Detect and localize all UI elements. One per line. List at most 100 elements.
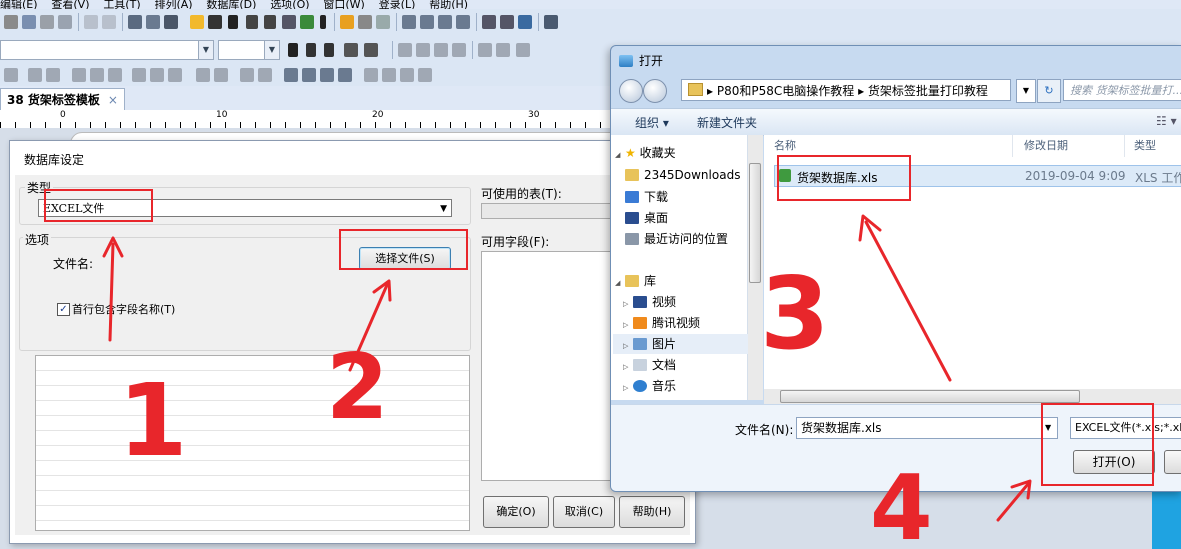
nav-item-desktop[interactable]: 桌面 <box>625 208 668 228</box>
grid-icon[interactable] <box>196 68 210 82</box>
back-button[interactable] <box>619 79 643 103</box>
menu-login[interactable]: 登录(L) <box>379 0 416 9</box>
nav-scroll-thumb[interactable] <box>749 163 761 283</box>
first-row-checkbox[interactable]: ✓ <box>57 303 70 316</box>
align-middle-icon[interactable] <box>28 68 42 82</box>
breadcrumb-item[interactable]: 货架标签批量打印教程 <box>868 84 988 98</box>
print-preview-icon[interactable] <box>146 15 160 29</box>
font-color-icon[interactable] <box>364 43 378 57</box>
menu-options[interactable]: 选项(O) <box>270 0 309 9</box>
zoom-out-icon[interactable] <box>500 15 514 29</box>
font-size-combo[interactable]: ▼ <box>218 40 280 60</box>
menu-tools[interactable]: 工具(T) <box>103 0 140 9</box>
redo-icon[interactable] <box>102 15 116 29</box>
ok-button[interactable]: 确定(O) <box>483 496 549 528</box>
distribute-h-icon[interactable] <box>72 68 86 82</box>
bring-forward-icon[interactable] <box>320 68 334 82</box>
columns-icon[interactable] <box>382 68 396 82</box>
nav-item-music[interactable]: ▷ 音乐 <box>623 376 676 396</box>
rotate-icon[interactable] <box>478 43 492 57</box>
group-icon[interactable] <box>516 43 530 57</box>
search-input[interactable]: 搜索 货架标签批量打... <box>1063 79 1181 101</box>
shape-tool-icon[interactable] <box>282 15 296 29</box>
menu-view[interactable]: 查看(V) <box>51 0 89 9</box>
cancel-button[interactable]: 取消(C) <box>553 496 615 528</box>
table-icon[interactable] <box>168 68 182 82</box>
bold-icon[interactable] <box>288 43 298 57</box>
align-right-icon[interactable] <box>434 43 448 57</box>
select-tool-icon[interactable] <box>190 15 204 29</box>
new-folder-button[interactable]: 新建文件夹 <box>697 114 757 131</box>
send-backward-icon[interactable] <box>338 68 352 82</box>
help-icon[interactable] <box>544 15 558 29</box>
nav-item-downloads[interactable]: 下载 <box>625 187 668 207</box>
bring-front-icon[interactable] <box>284 68 298 82</box>
same-height-icon[interactable] <box>132 68 146 82</box>
page-icon[interactable] <box>376 15 390 29</box>
flip-icon[interactable] <box>496 43 510 57</box>
database-icon[interactable] <box>340 15 354 29</box>
zoom-fit-icon[interactable] <box>518 15 532 29</box>
prev-record-icon[interactable] <box>420 15 434 29</box>
paste-icon[interactable] <box>40 15 54 29</box>
column-date[interactable]: 修改日期 <box>1024 137 1068 153</box>
menu-window[interactable]: 窗口(W) <box>323 0 364 9</box>
address-dropdown-icon[interactable]: ▼ <box>1016 79 1036 103</box>
cut-icon[interactable] <box>4 15 18 29</box>
view-options-icon[interactable]: ☷ ▾ <box>1156 114 1177 128</box>
align-top-icon[interactable] <box>4 68 18 82</box>
align-left-icon[interactable] <box>398 43 412 57</box>
forward-button[interactable] <box>643 79 667 103</box>
tables-list[interactable] <box>481 203 621 219</box>
cursor-icon[interactable] <box>320 15 326 29</box>
menu-database[interactable]: 数据库(D) <box>206 0 256 9</box>
menu-help[interactable]: 帮助(H) <box>429 0 468 9</box>
nav-item-documents[interactable]: ▷ 文档 <box>623 355 676 375</box>
nav-libraries[interactable]: ◢ 库 <box>615 271 656 291</box>
address-bar[interactable]: ▸ P80和P58C电脑操作教程 ▸ 货架标签批量打印教程 <box>681 79 1011 101</box>
underline-icon[interactable] <box>324 43 334 57</box>
undo-icon[interactable] <box>84 15 98 29</box>
menu-edit[interactable]: 编辑(E) <box>0 0 38 9</box>
align-center-icon[interactable] <box>416 43 430 57</box>
nav-scrollbar[interactable] <box>748 135 763 400</box>
file-list-scroll-thumb[interactable] <box>780 390 1080 403</box>
field-preview-list[interactable] <box>35 355 470 531</box>
filename-input[interactable]: 货架数据库.xls <box>796 417 1058 439</box>
find-icon[interactable] <box>358 15 372 29</box>
column-type[interactable]: 类型 <box>1134 137 1156 153</box>
barcode-icon[interactable] <box>208 15 222 29</box>
first-record-icon[interactable] <box>402 15 416 29</box>
send-back-icon[interactable] <box>302 68 316 82</box>
space-v-icon[interactable] <box>258 68 272 82</box>
nav-item-tencent-video[interactable]: ▷ 腾讯视频 <box>623 313 700 333</box>
help-button[interactable]: 帮助(H) <box>619 496 685 528</box>
close-tab-icon[interactable]: × <box>108 93 118 107</box>
delete-icon[interactable] <box>58 15 72 29</box>
print-icon[interactable] <box>164 15 178 29</box>
next-record-icon[interactable] <box>438 15 452 29</box>
fields-list[interactable] <box>481 251 621 481</box>
nav-favorites[interactable]: ◢ ★ 收藏夹 <box>615 143 676 163</box>
nav-item-recent[interactable]: 最近访问的位置 <box>625 229 728 249</box>
border-icon[interactable] <box>400 68 414 82</box>
justify-icon[interactable] <box>452 43 466 57</box>
text-tool-icon[interactable] <box>228 15 238 29</box>
highlight-icon[interactable] <box>344 43 358 57</box>
last-record-icon[interactable] <box>456 15 470 29</box>
zoom-in-icon[interactable] <box>482 15 496 29</box>
diagonal-line-icon[interactable] <box>264 15 276 29</box>
tab-document[interactable]: 38 货架标签模板 × <box>0 88 125 111</box>
page-setup-icon[interactable] <box>128 15 142 29</box>
organize-button[interactable]: 组织 ▾ <box>635 114 669 131</box>
space-h-icon[interactable] <box>240 68 254 82</box>
image-tool-icon[interactable] <box>300 15 314 29</box>
menu-arrange[interactable]: 排列(A) <box>154 0 192 9</box>
refresh-icon[interactable]: ↻ <box>1037 79 1061 103</box>
line-tool-icon[interactable] <box>246 15 258 29</box>
cancel-open-button[interactable] <box>1164 450 1181 474</box>
nav-item-videos[interactable]: ▷ 视频 <box>623 292 676 312</box>
nav-item-pictures[interactable]: ▷ 图片 <box>613 334 753 354</box>
box-icon[interactable] <box>418 68 432 82</box>
same-width-icon[interactable] <box>108 68 122 82</box>
